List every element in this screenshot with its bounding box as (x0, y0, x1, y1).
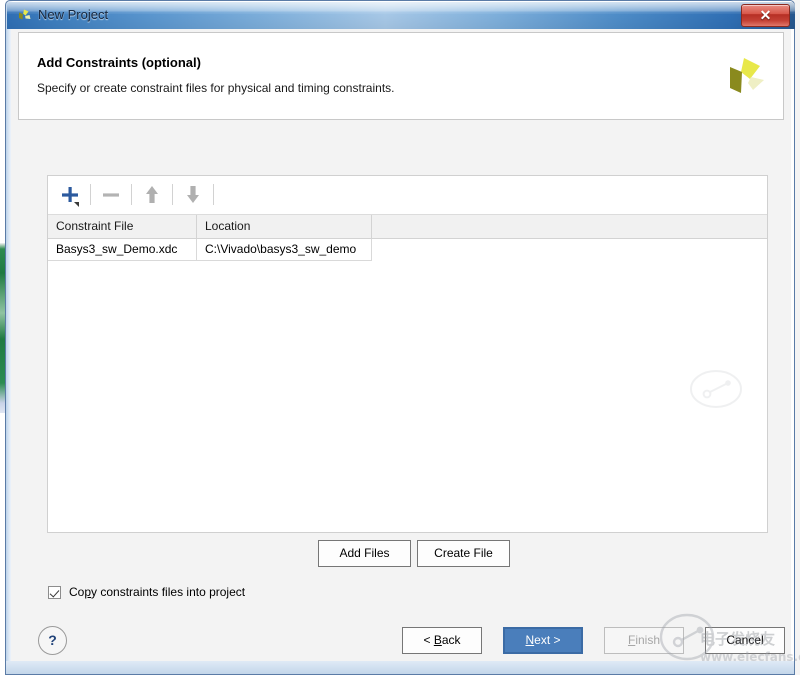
cancel-button[interactable]: Cancel (705, 627, 785, 654)
close-icon: ✕ (759, 7, 772, 23)
table-row[interactable]: Basys3_sw_Demo.xdc C:\Vivado\basys3_sw_d… (48, 239, 767, 261)
toolbar-separator-4 (213, 184, 214, 205)
back-button[interactable]: < Back (402, 627, 482, 654)
constraint-files-table: Constraint File Location Basys3_sw_Demo.… (48, 214, 767, 261)
table-header-row: Constraint File Location (48, 214, 767, 239)
move-up-button[interactable] (139, 182, 165, 208)
copy-label-before: Co (69, 585, 85, 599)
vivado-pinwheel-icon (16, 8, 32, 24)
toolbar-separator-3 (172, 184, 173, 205)
column-header-location[interactable]: Location (197, 215, 372, 238)
cell-constraint-file: Basys3_sw_Demo.xdc (48, 239, 197, 261)
add-files-button[interactable]: Add Files (318, 540, 411, 567)
cell-location: C:\Vivado\basys3_sw_demo (197, 239, 372, 261)
constraint-files-panel: Constraint File Location Basys3_sw_Demo.… (47, 175, 768, 533)
back-label-mnemonic: B (433, 633, 442, 647)
finish-button: Finish (604, 627, 684, 654)
wizard-header-panel: Add Constraints (optional) Specify or cr… (18, 32, 784, 120)
next-button[interactable]: Next > (503, 627, 583, 654)
page-subtitle: Specify or create constraint files for p… (37, 81, 395, 95)
file-action-buttons: Add Files Create File (18, 540, 784, 570)
window-title: New Project (38, 7, 109, 22)
move-down-button[interactable] (180, 182, 206, 208)
constraint-files-toolbar (48, 176, 767, 214)
next-label-after: ext > (534, 633, 561, 647)
dialog-footer: ? < Back Next > Finish Cancel (18, 617, 785, 665)
dialog-client-area: Add Constraints (optional) Specify or cr… (11, 29, 791, 668)
vivado-pinwheel-logo (722, 55, 766, 99)
copy-constraints-row[interactable]: Copy constraints files into project (48, 583, 245, 601)
copy-constraints-checkbox[interactable] (48, 585, 61, 599)
column-header-constraint-file[interactable]: Constraint File (48, 215, 197, 238)
page-title: Add Constraints (optional) (37, 55, 201, 70)
toolbar-separator-2 (131, 184, 132, 205)
create-file-button[interactable]: Create File (417, 540, 510, 567)
back-label-before: < (423, 633, 434, 647)
help-button[interactable]: ? (38, 626, 67, 655)
wizard-body: Constraint File Location Basys3_sw_Demo.… (18, 122, 784, 614)
copy-constraints-label: Copy constraints files into project (69, 585, 245, 599)
window-bottom-edge (5, 661, 795, 675)
title-bar: New Project ✕ (7, 2, 795, 29)
remove-constraint-file-button[interactable] (98, 182, 124, 208)
toolbar-separator-1 (90, 184, 91, 205)
copy-label-after: y constraints files into project (91, 585, 246, 599)
add-constraint-file-button[interactable] (57, 182, 83, 208)
next-label-mnemonic: N (525, 633, 535, 647)
new-project-dialog: New Project ✕ Add Constraints (optional)… (5, 0, 795, 668)
close-button[interactable]: ✕ (741, 4, 790, 27)
title-bar-gloss (7, 2, 795, 14)
finish-label-after: inish (635, 633, 661, 647)
back-label-after: ack (441, 633, 461, 647)
